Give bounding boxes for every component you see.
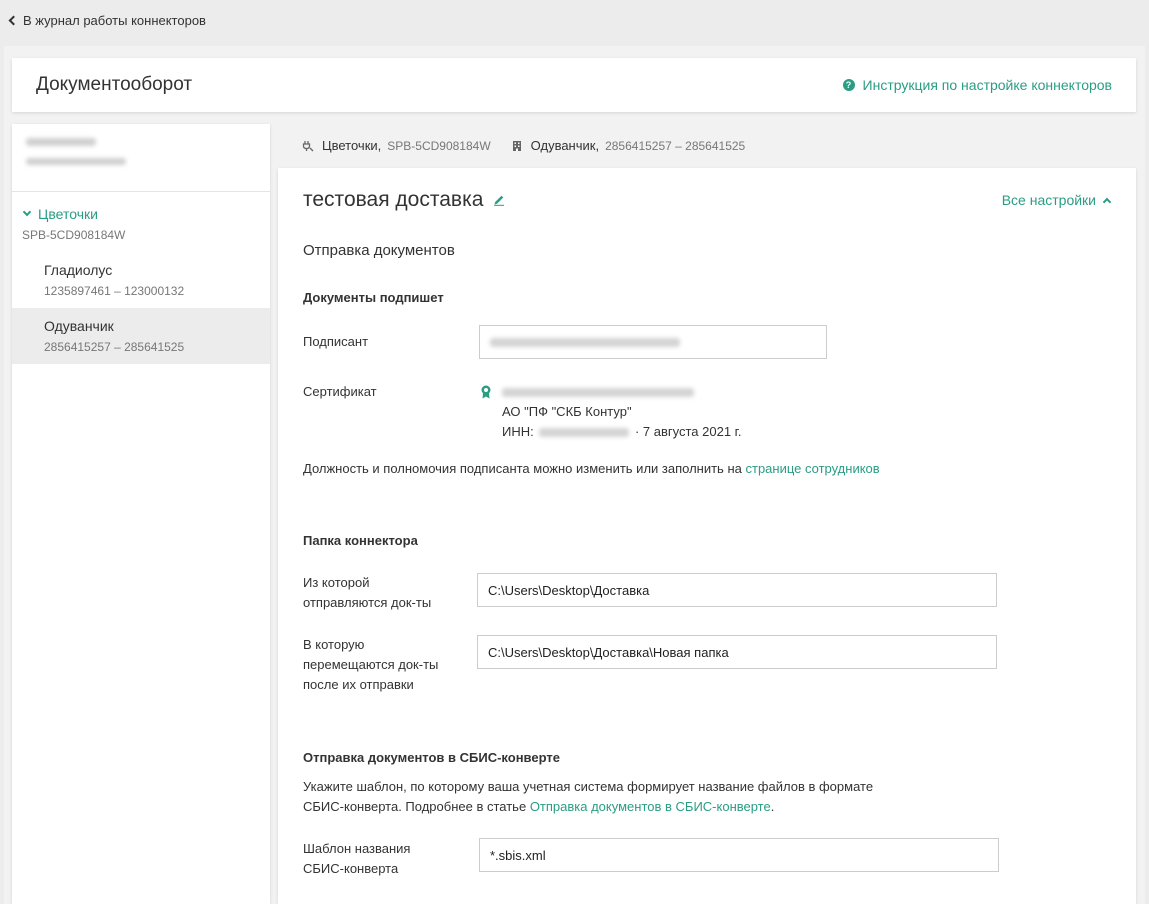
sidebar-blurred-entry[interactable] [12, 124, 270, 192]
blurred-text [490, 337, 680, 347]
connector-title-text: тестовая доставка [303, 188, 484, 211]
certificate-label: Сертификат [303, 384, 377, 399]
label-line: после их отправки [303, 677, 414, 692]
help-icon: ? [842, 79, 855, 91]
building-icon [512, 140, 521, 151]
help-link[interactable]: ? Инструкция по настройке коннекторов [842, 77, 1112, 93]
crumb-connector-code: SPB-5CD908184W [387, 138, 491, 153]
blurred-text [539, 428, 630, 438]
signers-heading: Документы подпишет [303, 290, 444, 305]
sidebar-item-oduvanchik[interactable]: Одуванчик 2856415257 – 285641525 [12, 308, 270, 364]
sidebar-group-connector[interactable]: Цветочки SPB-5CD908184W [12, 192, 270, 242]
crumb-org-name: Одуванчик, [530, 138, 600, 153]
label-line: перемещаются док-ты [303, 657, 439, 672]
chevron-down-icon [22, 207, 32, 217]
certificate-icon [481, 385, 491, 399]
sidebar-item-sub: 2856415257 – 285641525 [44, 340, 185, 354]
sbis-heading: Отправка документов в СБИС-конверте [303, 750, 560, 765]
connector-title: тестовая доставка [303, 188, 505, 212]
label-line: Шаблон названия [303, 841, 411, 856]
section-title: Отправка документов [303, 242, 455, 259]
back-link-label: В журнал работы коннекторов [23, 12, 206, 28]
signer-label: Подписант [303, 334, 369, 349]
page-header: Документооборот ? Инструкция по настройк… [12, 58, 1136, 112]
target-folder-label: В которую перемещаются док-ты после их о… [303, 635, 438, 695]
all-settings-toggle[interactable]: Все настройки [1001, 192, 1112, 208]
sidebar-item-name: Гладиолус [44, 262, 113, 278]
sidebar-group-code: SPB-5CD908184W [22, 228, 126, 242]
sidebar-item-sub: 1235897461 – 123000132 [44, 284, 185, 298]
label-line: СБИС-конверта [303, 861, 399, 876]
folder-heading: Папка коннектора [303, 533, 418, 548]
plug-icon [302, 140, 314, 151]
chevron-left-icon [8, 15, 19, 25]
topbar: В журнал работы коннекторов [0, 0, 1149, 40]
back-link[interactable]: В журнал работы коннекторов [8, 13, 206, 28]
signer-field[interactable] [479, 325, 827, 359]
sidebar-item-gladiolus[interactable]: Гладиолус 1235897461 – 123000132 [12, 252, 270, 308]
certificate-org: АО "ПФ "СКБ Контур" [502, 404, 632, 419]
edit-icon[interactable] [493, 194, 505, 206]
template-label: Шаблон названия СБИС-конверта [303, 839, 410, 879]
certificate-date: · 7 августа 2021 г. [634, 424, 742, 439]
target-folder-input[interactable]: C:\Users\Desktop\Доставка\Новая папка [477, 635, 997, 669]
source-folder-label: Из которой отправляются док-ты [303, 573, 431, 613]
certificate-details[interactable]: АО "ПФ "СКБ Контур" ИНН: · 7 августа 202… [502, 382, 902, 442]
page-title: Документооборот [36, 74, 193, 95]
help-link-label: Инструкция по настройке коннекторов [862, 77, 1112, 93]
breadcrumb: Цветочки, SPB-5CD908184W Одуванчик, 2856… [302, 138, 745, 153]
sidebar-group-name: Цветочки [38, 206, 98, 222]
signer-note: Должность и полномочия подписанта можно … [303, 459, 880, 479]
sbis-desc-line: Укажите шаблон, по которому ваша учетная… [303, 779, 874, 794]
employees-page-link[interactable]: странице сотрудников [745, 461, 879, 476]
all-settings-label: Все настройки [1001, 192, 1096, 208]
sbis-description: Укажите шаблон, по которому ваша учетная… [303, 777, 943, 817]
source-folder-input[interactable]: C:\Users\Desktop\Доставка [477, 573, 997, 607]
crumb-org-code: 2856415257 – 285641525 [605, 138, 746, 153]
settings-card: тестовая доставка Все настройки Отправка… [278, 168, 1136, 904]
sidebar: Цветочки SPB-5CD908184W Гладиолус 123589… [12, 124, 270, 904]
chevron-up-icon [1102, 197, 1112, 206]
sidebar-item-name: Одуванчик [44, 318, 114, 334]
sbis-desc-end: . [770, 799, 775, 814]
blurred-text [26, 158, 126, 165]
sbis-article-link[interactable]: Отправка документов в СБИС-конверте [530, 799, 771, 814]
sbis-template-input[interactable]: *.sbis.xml [479, 838, 999, 872]
blurred-text [502, 388, 694, 398]
label-line: В которую [303, 637, 365, 652]
signer-note-text: Должность и полномочия подписанта можно … [303, 461, 742, 476]
crumb-connector-name: Цветочки, [322, 138, 382, 153]
sbis-desc-line: СБИС-конверта. Подробнее в статье [303, 799, 527, 814]
certificate-inn-label: ИНН: [502, 424, 534, 439]
label-line: Из которой [303, 575, 370, 590]
blurred-text [26, 138, 96, 146]
label-line: отправляются док-ты [303, 595, 432, 610]
